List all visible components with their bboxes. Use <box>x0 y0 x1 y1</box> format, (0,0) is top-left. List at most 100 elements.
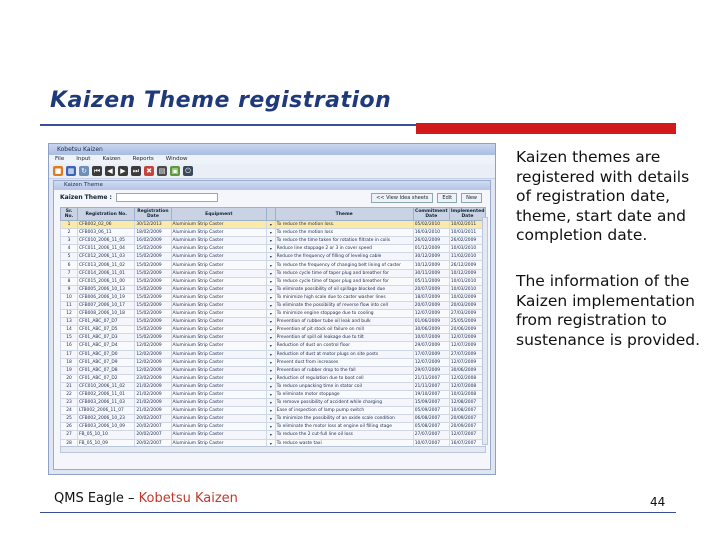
table-row[interactable]: 12 CFB008_2006_10_18 15/02/2009 Aluminium S… <box>60 309 487 319</box>
cell-dropdown-icon[interactable]: ▾ <box>266 349 276 359</box>
cell-dropdown-icon[interactable]: ▾ <box>266 228 276 238</box>
cell-dropdown-icon[interactable]: ▾ <box>266 236 276 246</box>
table-row[interactable]: 13 CF01_ABC_07_D7 15/02/2009 Aluminium Stri… <box>60 317 487 327</box>
edit-button[interactable]: Edit <box>437 192 458 203</box>
cell-implemented-date: 10/12/2009 <box>448 268 487 278</box>
table-row[interactable]: 21 CFC010_2006_11_02 21/02/2009 Aluminium S… <box>60 381 487 391</box>
cell-dropdown-icon[interactable]: ▾ <box>266 333 276 343</box>
table-row[interactable]: 20 CF01_ABC_07_D2 23/02/2009 Aluminium Stri… <box>60 373 487 383</box>
table-row[interactable]: 16 CF01_ABC_07_D4 12/02/2009 Aluminium Stri… <box>60 341 487 351</box>
menu-window[interactable]: Window <box>166 155 188 164</box>
cell-dropdown-icon[interactable]: ▾ <box>266 389 276 400</box>
table-row[interactable]: 7 CFC014_2006_11_01 15/02/2009 Aluminium St… <box>60 268 487 278</box>
cell-dropdown-icon[interactable]: ▾ <box>266 341 276 351</box>
exit-icon[interactable]: ⏻ <box>183 166 193 176</box>
refresh-icon[interactable]: ↻ <box>79 166 89 176</box>
footer-label: QMS Eagle – Kobetsu Kaizen <box>54 491 238 506</box>
horizontal-scrollbar[interactable] <box>60 446 486 453</box>
cell-dropdown-icon[interactable]: ▾ <box>266 300 276 311</box>
grid-icon[interactable]: ▦ <box>66 166 76 176</box>
menu-input[interactable]: Input <box>76 155 90 164</box>
table-row[interactable]: 23 CFB003_2006_11_03 21/02/2009 Aluminium S… <box>60 398 487 408</box>
cell-dropdown-icon[interactable]: ▾ <box>266 373 276 383</box>
table-row[interactable]: 11 CFB007_2006_10_17 15/02/2009 Aluminium S… <box>60 300 487 311</box>
kaizen-theme-input[interactable] <box>115 193 218 202</box>
cell-implemented-date: 10/01/2010 <box>448 276 487 286</box>
col-sr-no[interactable]: Sr. No. <box>60 207 78 221</box>
cell-registration-date: 16/02/2009 <box>134 236 172 246</box>
col-commitment-date[interactable]: Commitment Date <box>412 207 450 221</box>
cell-implemented-date: 10/03/2008 <box>448 389 487 400</box>
table-row[interactable]: 10 CFB006_2006_10_19 15/02/2009 Aluminium S… <box>60 292 487 302</box>
cell-dropdown-icon[interactable]: ▾ <box>266 381 276 391</box>
menu-file[interactable]: File <box>55 155 64 164</box>
menu-reports[interactable]: Reports <box>133 155 154 164</box>
table-row[interactable]: 19 CF01_ABC_07_D8 12/02/2009 Aluminium Stri… <box>60 365 487 375</box>
table-row[interactable]: 8 CFC015_2006_11_00 15/02/2009 Aluminium St… <box>60 276 487 286</box>
table-row[interactable]: 24 LTB002_2006_11_07 21/02/2009 Aluminium S… <box>60 406 487 416</box>
cell-dropdown-icon[interactable]: ▾ <box>266 244 276 254</box>
cell-implemented-date: 10/02/2011 <box>448 219 487 230</box>
cell-dropdown-icon[interactable]: ▾ <box>266 406 276 416</box>
cell-dropdown-icon[interactable]: ▾ <box>266 276 276 286</box>
cell-equipment: Aluminium Strip Caster <box>170 349 268 359</box>
cell-implemented-date: 20/09/2007 <box>448 414 487 424</box>
export-icon[interactable]: ▣ <box>170 166 180 176</box>
col-implemented-date[interactable]: Implemented Date <box>448 207 487 221</box>
cell-dropdown-icon[interactable]: ▾ <box>266 365 276 375</box>
cell-dropdown-icon[interactable]: ▾ <box>266 252 276 262</box>
table-row[interactable]: 14 CF01_ABC_07_D5 15/02/2009 Aluminium Stri… <box>60 325 487 335</box>
table-row[interactable]: 6 CFC013_2006_11_02 15/02/2009 Aluminium St… <box>60 260 487 270</box>
table-row[interactable]: 25 CFB002_2006_10_23 20/02/2007 Aluminium S… <box>60 414 487 424</box>
cell-commitment-date: 01/06/2009 <box>412 317 450 327</box>
cell-dropdown-icon[interactable]: ▾ <box>266 260 276 270</box>
cell-theme: Prevention of rubber drop to the fall <box>274 365 414 375</box>
previous-record-icon[interactable]: ◀ <box>105 166 115 176</box>
new-button[interactable]: New <box>461 192 482 203</box>
cell-registration-no: CFC011_2006_11_04 <box>76 244 136 254</box>
cell-dropdown-icon[interactable]: ▾ <box>266 398 276 408</box>
menu-kaizen[interactable]: Kaizen <box>102 155 120 164</box>
table-row[interactable]: 22 CFB002_2006_11_01 21/02/2009 Aluminium S… <box>60 389 487 400</box>
vertical-scrollbar[interactable] <box>482 217 488 445</box>
cell-registration-no: CFB005_2006_10_13 <box>76 284 136 294</box>
col-registration-date[interactable]: Registration Date <box>134 207 172 221</box>
cell-equipment: Aluminium Strip Caster <box>170 406 268 416</box>
cell-dropdown-icon[interactable]: ▾ <box>266 422 276 432</box>
cell-dropdown-icon[interactable]: ▾ <box>266 414 276 424</box>
cell-dropdown-icon[interactable]: ▾ <box>266 430 276 440</box>
cell-dropdown-icon[interactable]: ▾ <box>266 357 276 367</box>
col-theme[interactable]: Theme <box>274 207 414 221</box>
table-row[interactable]: 9 CFB005_2006_10_13 15/02/2009 Aluminium St… <box>60 284 487 294</box>
last-record-icon[interactable]: ⏭ <box>131 166 141 176</box>
table-row[interactable]: 3 CFC010_2006_11_05 16/02/2009 Aluminium St… <box>60 236 487 246</box>
table-row[interactable]: 4 CFC011_2006_11_04 15/02/2009 Aluminium St… <box>60 244 487 254</box>
col-equipment[interactable]: Equipment <box>170 207 268 221</box>
cell-dropdown-icon[interactable]: ▾ <box>266 219 276 230</box>
col-registration-no[interactable]: Registration No. <box>76 207 136 221</box>
table-row[interactable]: 26 CFB003_2006_10_09 20/02/2007 Aluminium S… <box>60 422 487 432</box>
cell-registration-date: 15/02/2009 <box>134 300 172 311</box>
table-row[interactable]: 1 CFB002_02_06 30/12/2013 Aluminium Strip C… <box>60 219 487 230</box>
cell-implemented-date: 10/08/2007 <box>448 406 487 416</box>
next-record-icon[interactable]: ▶ <box>118 166 128 176</box>
cell-dropdown-icon[interactable]: ▾ <box>266 284 276 294</box>
view-idea-sheets-button[interactable]: << View Idea sheets <box>371 192 434 203</box>
cell-dropdown-icon[interactable]: ▾ <box>266 309 276 319</box>
table-row[interactable]: 18 CF01_ABC_07_D9 12/02/2009 Aluminium Stri… <box>60 357 487 367</box>
table-row[interactable]: 15 CF01_ABC_07_D3 15/02/2009 Aluminium Stri… <box>60 333 487 343</box>
cell-dropdown-icon[interactable]: ▾ <box>266 325 276 335</box>
table-row[interactable]: 27 FB_05_10_10 20/02/2007 Aluminium Strip C… <box>60 430 487 440</box>
cell-dropdown-icon[interactable]: ▾ <box>266 292 276 302</box>
print-icon[interactable]: ▤ <box>157 166 167 176</box>
cell-sr-no: 6 <box>60 260 78 270</box>
home-icon[interactable]: ■ <box>53 166 63 176</box>
delete-icon[interactable]: ✖ <box>144 166 154 176</box>
table-row[interactable]: 5 CFC012_2006_11_03 15/02/2009 Aluminium St… <box>60 252 487 262</box>
table-row[interactable]: 2 CFB003_06_11 18/02/2009 Aluminium Strip C… <box>60 228 487 238</box>
cell-commitment-date: 05/11/2009 <box>412 276 450 286</box>
first-record-icon[interactable]: ⏮ <box>92 166 102 176</box>
table-row[interactable]: 17 CF01_ABC_07_D0 12/02/2009 Aluminium Stri… <box>60 349 487 359</box>
cell-dropdown-icon[interactable]: ▾ <box>266 317 276 327</box>
cell-dropdown-icon[interactable]: ▾ <box>266 268 276 278</box>
